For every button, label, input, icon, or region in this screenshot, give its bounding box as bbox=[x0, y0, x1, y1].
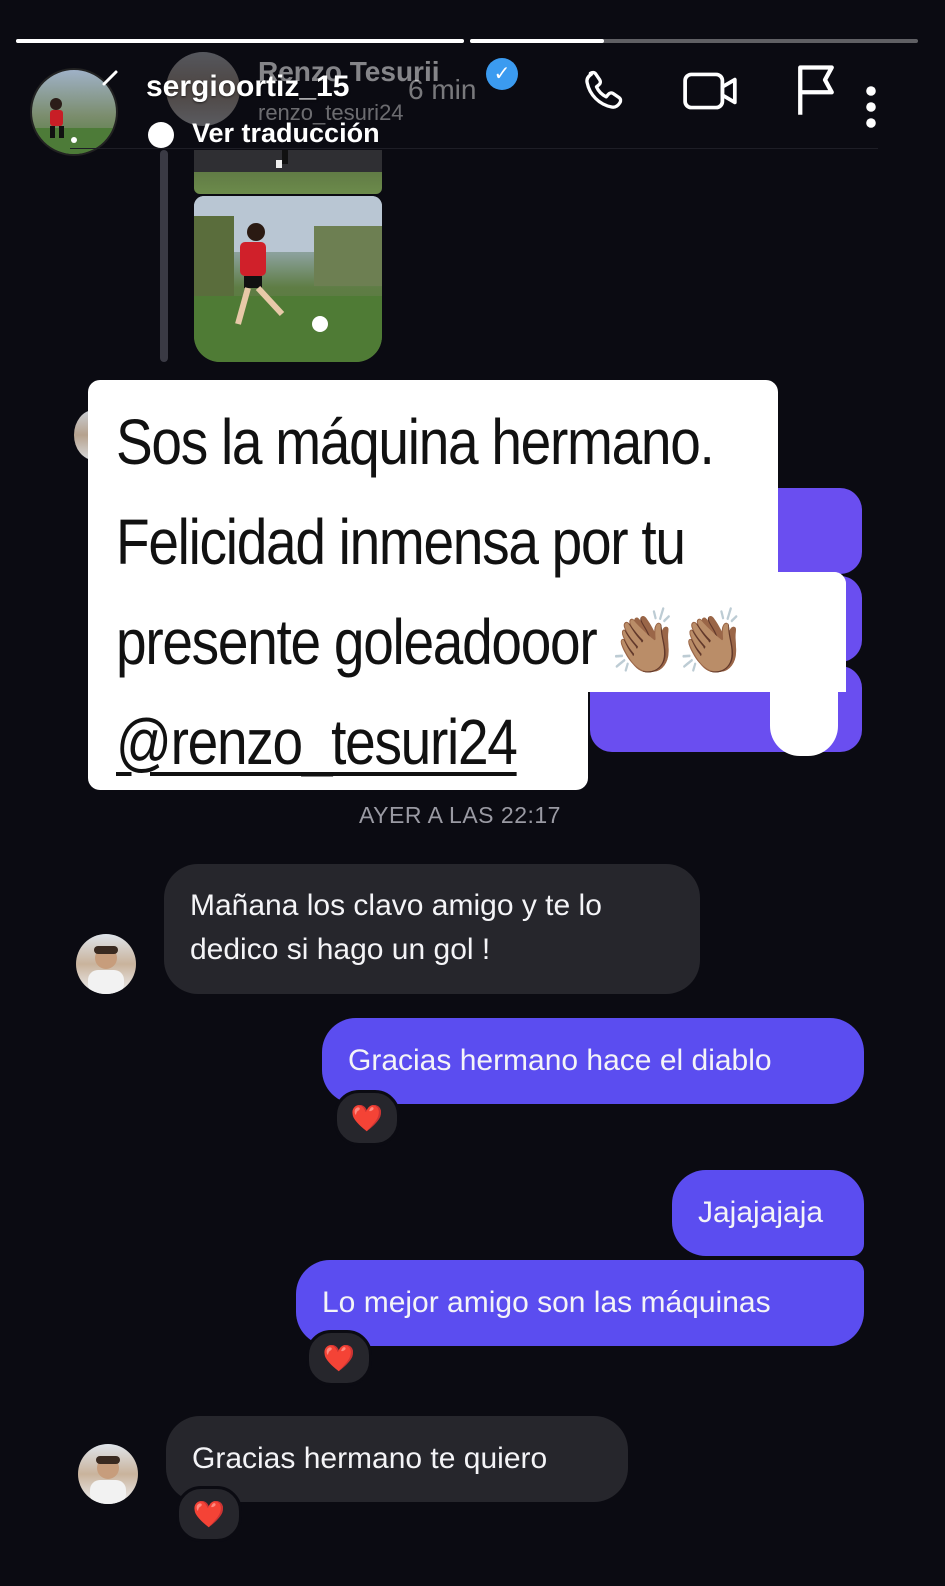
message-bubble-incoming[interactable]: Gracias hermano te quiero bbox=[166, 1416, 628, 1502]
contact-avatar[interactable] bbox=[76, 934, 136, 994]
story-progress-2 bbox=[470, 39, 918, 43]
story-progress-1 bbox=[16, 39, 464, 43]
story-text-line-2: Felicidad inmensa por tu bbox=[116, 506, 686, 578]
phone-icon[interactable] bbox=[576, 62, 634, 120]
reaction-heart-icon[interactable]: ❤️ bbox=[306, 1330, 372, 1386]
message-text-line-1: Mañana los clavo amigo y te lo bbox=[190, 889, 602, 922]
message-bubble-incoming[interactable]: Mañana los clavo amigo y te lo dedico si… bbox=[164, 864, 700, 994]
back-chevron-icon[interactable] bbox=[96, 68, 122, 98]
reaction-heart-icon[interactable]: ❤️ bbox=[176, 1486, 242, 1542]
quote-bar bbox=[160, 150, 168, 362]
reaction-heart-icon[interactable]: ❤️ bbox=[334, 1090, 400, 1146]
message-bubble-outgoing[interactable]: Jajajajaja bbox=[672, 1170, 864, 1256]
story-text: Sos la máquina hermano. Felicidad inmens… bbox=[116, 392, 816, 792]
story-mention-link[interactable]: @renzo_tesuri24 bbox=[116, 706, 518, 778]
story-username[interactable]: sergioortiz_15 bbox=[146, 70, 349, 104]
flag-icon[interactable] bbox=[788, 60, 844, 120]
story-text-line-1: Sos la máquina hermano. bbox=[116, 406, 715, 478]
video-icon[interactable] bbox=[680, 62, 742, 120]
chat-header-time: 6 min bbox=[408, 74, 477, 105]
message-text: Lo mejor amigo son las máquinas bbox=[322, 1286, 771, 1319]
story-text-line-3: presente goleadooor 👏🏽👏🏽 bbox=[116, 606, 746, 678]
more-icon[interactable] bbox=[856, 82, 886, 132]
verified-badge-icon: ✓ bbox=[486, 58, 518, 90]
header-divider bbox=[70, 148, 878, 149]
shared-photo-top[interactable] bbox=[194, 150, 382, 194]
message-text: Jajajajaja bbox=[698, 1196, 824, 1229]
translate-button[interactable]: Ver traducción bbox=[192, 118, 380, 149]
message-text-line-2: dedico si hago un gol ! bbox=[190, 933, 491, 966]
message-text: Gracias hermano hace el diablo bbox=[348, 1044, 772, 1077]
chat-timestamp: AYER A LAS 22:17 bbox=[359, 802, 561, 828]
message-bubble-outgoing[interactable]: Gracias hermano hace el diablo bbox=[322, 1018, 864, 1104]
shared-photo[interactable] bbox=[194, 196, 382, 362]
message-bubble-outgoing[interactable]: Lo mejor amigo son las máquinas bbox=[296, 1260, 864, 1346]
story-progress-2-fill bbox=[470, 39, 605, 43]
story-progress-1-fill bbox=[16, 39, 464, 43]
message-text: Gracias hermano te quiero bbox=[192, 1442, 548, 1475]
translate-icon bbox=[148, 122, 174, 148]
contact-avatar[interactable] bbox=[78, 1444, 138, 1504]
